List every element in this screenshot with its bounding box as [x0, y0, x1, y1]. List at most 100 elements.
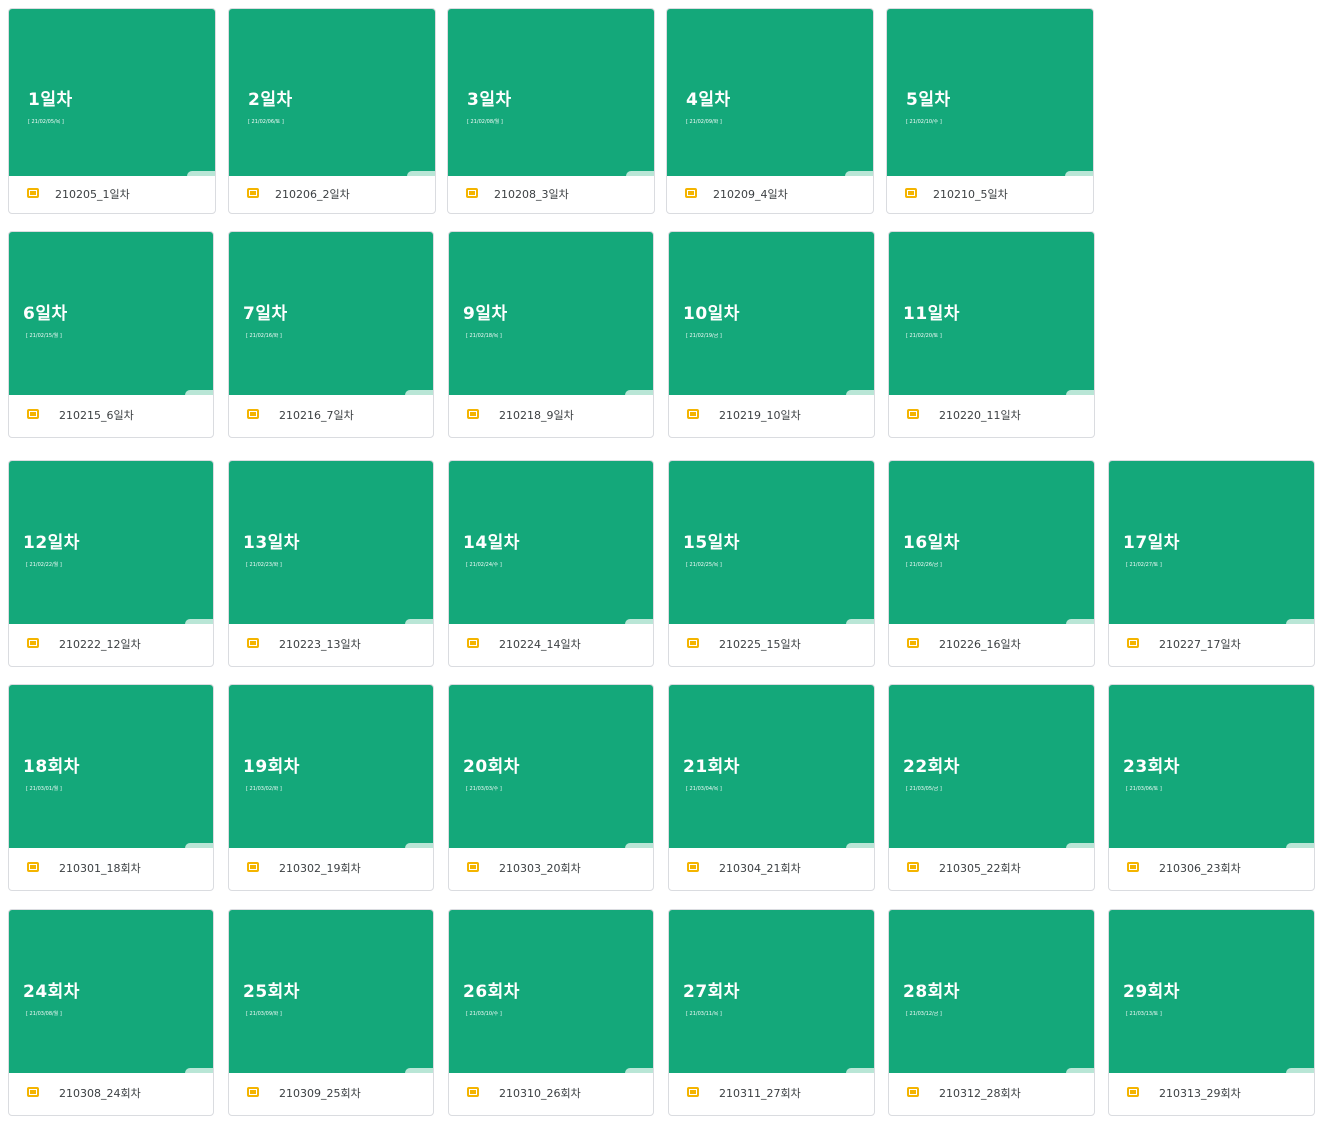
file-card[interactable]: 21회차 [ 21/03/04/목 ] 210304_21회차: [668, 684, 875, 891]
file-card[interactable]: 20회차 [ 21/03/03/수 ] 210303_20회차: [448, 684, 654, 891]
google-slides-icon: [467, 1087, 479, 1097]
file-footer[interactable]: 210305_22회차: [889, 846, 1094, 890]
file-card[interactable]: 5일차 [ 21/02/10/수 ] 210210_5일차: [886, 8, 1094, 214]
file-footer[interactable]: 210208_3일차: [448, 174, 654, 213]
file-name: 210206_2일차: [275, 187, 350, 201]
slide-thumbnail[interactable]: 6일차 [ 21/02/15/월 ]: [9, 232, 213, 395]
google-slides-icon: [247, 409, 259, 419]
slide-thumbnail[interactable]: 21회차 [ 21/03/04/목 ]: [669, 685, 874, 848]
file-footer[interactable]: 210205_1일차: [9, 174, 215, 213]
file-card[interactable]: 17일차 [ 21/02/27/토 ] 210227_17일차: [1108, 460, 1315, 667]
slide-thumbnail[interactable]: 28회차 [ 21/03/12/금 ]: [889, 910, 1094, 1073]
file-card[interactable]: 6일차 [ 21/02/15/월 ] 210215_6일차: [8, 231, 214, 438]
slide-thumbnail[interactable]: 15일차 [ 21/02/25/목 ]: [669, 461, 874, 624]
slide-thumbnail[interactable]: 24회차 [ 21/03/08/월 ]: [9, 910, 213, 1073]
slide-thumbnail[interactable]: 29회차 [ 21/03/13/토 ]: [1109, 910, 1314, 1073]
file-footer[interactable]: 210302_19회차: [229, 846, 433, 890]
file-card[interactable]: 26회차 [ 21/03/10/수 ] 210310_26회차: [448, 909, 654, 1116]
slide-thumbnail[interactable]: 11일차 [ 21/02/20/토 ]: [889, 232, 1094, 395]
file-card[interactable]: 18회차 [ 21/03/01/월 ] 210301_18회차: [8, 684, 214, 891]
google-slides-icon: [907, 862, 919, 872]
file-card[interactable]: 28회차 [ 21/03/12/금 ] 210312_28회차: [888, 909, 1095, 1116]
file-footer[interactable]: 210301_18회차: [9, 846, 213, 890]
slide-thumbnail[interactable]: 3일차 [ 21/02/08/월 ]: [448, 9, 654, 176]
file-footer[interactable]: 210303_20회차: [449, 846, 653, 890]
file-footer[interactable]: 210310_26회차: [449, 1071, 653, 1115]
file-card[interactable]: 25회차 [ 21/03/09/화 ] 210309_25회차: [228, 909, 434, 1116]
file-card[interactable]: 12일차 [ 21/02/22/월 ] 210222_12일차: [8, 460, 214, 667]
slide-thumbnail[interactable]: 5일차 [ 21/02/10/수 ]: [887, 9, 1093, 176]
file-card[interactable]: 29회차 [ 21/03/13/토 ] 210313_29회차: [1108, 909, 1315, 1116]
file-card[interactable]: 3일차 [ 21/02/08/월 ] 210208_3일차: [447, 8, 655, 214]
file-footer[interactable]: 210216_7일차: [229, 393, 433, 437]
file-card[interactable]: 14일차 [ 21/02/24/수 ] 210224_14일차: [448, 460, 654, 667]
file-name: 210210_5일차: [933, 187, 1008, 201]
file-card[interactable]: 9일차 [ 21/02/18/목 ] 210218_9일차: [448, 231, 654, 438]
file-card[interactable]: 24회차 [ 21/03/08/월 ] 210308_24회차: [8, 909, 214, 1116]
slide-title: 23회차: [1123, 757, 1180, 777]
slide-thumbnail[interactable]: 17일차 [ 21/02/27/토 ]: [1109, 461, 1314, 624]
google-slides-icon: [467, 638, 479, 648]
slide-title: 3일차: [467, 90, 512, 110]
file-card[interactable]: 2일차 [ 21/02/06/토 ] 210206_2일차: [228, 8, 436, 214]
file-card[interactable]: 1일차 [ 21/02/05/목 ] 210205_1일차: [8, 8, 216, 214]
file-card[interactable]: 23회차 [ 21/03/06/토 ] 210306_23회차: [1108, 684, 1315, 891]
file-footer[interactable]: 210223_13일차: [229, 622, 433, 666]
file-footer[interactable]: 210308_24회차: [9, 1071, 213, 1115]
file-footer[interactable]: 210225_15일차: [669, 622, 874, 666]
file-card[interactable]: 22회차 [ 21/03/05/금 ] 210305_22회차: [888, 684, 1095, 891]
slide-thumbnail[interactable]: 10일차 [ 21/02/19/금 ]: [669, 232, 874, 395]
file-card[interactable]: 15일차 [ 21/02/25/목 ] 210225_15일차: [668, 460, 875, 667]
slide-thumbnail[interactable]: 18회차 [ 21/03/01/월 ]: [9, 685, 213, 848]
file-footer[interactable]: 210313_29회차: [1109, 1071, 1314, 1115]
slide-thumbnail[interactable]: 12일차 [ 21/02/22/월 ]: [9, 461, 213, 624]
slide-thumbnail[interactable]: 25회차 [ 21/03/09/화 ]: [229, 910, 433, 1073]
slide-date: [ 21/02/15/월 ]: [26, 333, 62, 339]
file-footer[interactable]: 210209_4일차: [667, 174, 873, 213]
slide-thumbnail[interactable]: 23회차 [ 21/03/06/토 ]: [1109, 685, 1314, 848]
slide-thumbnail[interactable]: 20회차 [ 21/03/03/수 ]: [449, 685, 653, 848]
slide-thumbnail[interactable]: 26회차 [ 21/03/10/수 ]: [449, 910, 653, 1073]
file-footer[interactable]: 210309_25회차: [229, 1071, 433, 1115]
file-name: 210220_11일차: [939, 409, 1021, 422]
file-footer[interactable]: 210222_12일차: [9, 622, 213, 666]
slide-thumbnail[interactable]: 13일차 [ 21/02/23/화 ]: [229, 461, 433, 624]
slide-thumbnail[interactable]: 1일차 [ 21/02/05/목 ]: [9, 9, 215, 176]
file-card[interactable]: 13일차 [ 21/02/23/화 ] 210223_13일차: [228, 460, 434, 667]
google-slides-icon: [1127, 1087, 1139, 1097]
slide-thumbnail[interactable]: 2일차 [ 21/02/06/토 ]: [229, 9, 435, 176]
google-slides-icon: [687, 862, 699, 872]
file-card[interactable]: 7일차 [ 21/02/16/화 ] 210216_7일차: [228, 231, 434, 438]
file-card[interactable]: 16일차 [ 21/02/26/금 ] 210226_16일차: [888, 460, 1095, 667]
slide-thumbnail[interactable]: 22회차 [ 21/03/05/금 ]: [889, 685, 1094, 848]
slide-thumbnail[interactable]: 19회차 [ 21/03/02/화 ]: [229, 685, 433, 848]
slide-thumbnail[interactable]: 14일차 [ 21/02/24/수 ]: [449, 461, 653, 624]
slide-date: [ 21/02/24/수 ]: [466, 562, 502, 568]
file-footer[interactable]: 210224_14일차: [449, 622, 653, 666]
file-card[interactable]: 19회차 [ 21/03/02/화 ] 210302_19회차: [228, 684, 434, 891]
slide-thumbnail[interactable]: 4일차 [ 21/02/09/화 ]: [667, 9, 873, 176]
file-card[interactable]: 4일차 [ 21/02/09/화 ] 210209_4일차: [666, 8, 874, 214]
slide-thumbnail[interactable]: 9일차 [ 21/02/18/목 ]: [449, 232, 653, 395]
slide-date: [ 21/02/22/월 ]: [26, 562, 62, 568]
file-card[interactable]: 11일차 [ 21/02/20/토 ] 210220_11일차: [888, 231, 1095, 438]
file-footer[interactable]: 210226_16일차: [889, 622, 1094, 666]
file-footer[interactable]: 210311_27회차: [669, 1071, 874, 1115]
file-card[interactable]: 10일차 [ 21/02/19/금 ] 210219_10일차: [668, 231, 875, 438]
file-footer[interactable]: 210220_11일차: [889, 393, 1094, 437]
slide-title: 10일차: [683, 304, 740, 324]
file-card[interactable]: 27회차 [ 21/03/11/목 ] 210311_27회차: [668, 909, 875, 1116]
slide-thumbnail[interactable]: 16일차 [ 21/02/26/금 ]: [889, 461, 1094, 624]
file-footer[interactable]: 210215_6일차: [9, 393, 213, 437]
file-footer[interactable]: 210306_23회차: [1109, 846, 1314, 890]
file-footer[interactable]: 210206_2일차: [229, 174, 435, 213]
file-footer[interactable]: 210219_10일차: [669, 393, 874, 437]
slide-thumbnail[interactable]: 27회차 [ 21/03/11/목 ]: [669, 910, 874, 1073]
file-footer[interactable]: 210304_21회차: [669, 846, 874, 890]
slide-title: 27회차: [683, 982, 740, 1002]
file-footer[interactable]: 210218_9일차: [449, 393, 653, 437]
slide-thumbnail[interactable]: 7일차 [ 21/02/16/화 ]: [229, 232, 433, 395]
file-footer[interactable]: 210312_28회차: [889, 1071, 1094, 1115]
file-footer[interactable]: 210210_5일차: [887, 174, 1093, 213]
file-footer[interactable]: 210227_17일차: [1109, 622, 1314, 666]
